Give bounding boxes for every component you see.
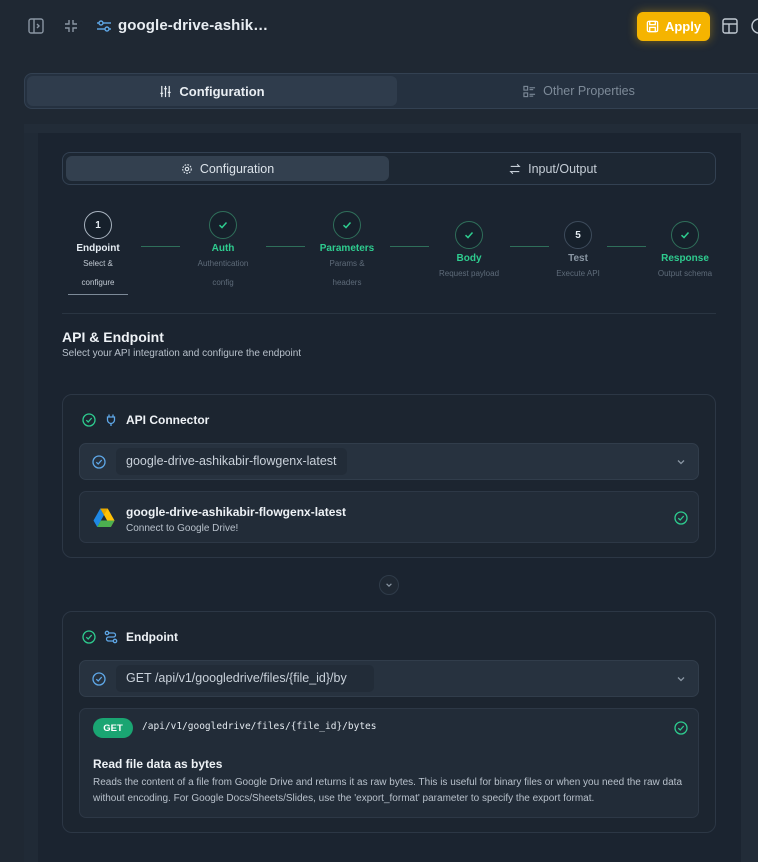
endpoint-path: /api/v1/googledrive/files/{file_id}/byte…	[142, 721, 377, 732]
connector-select-value: google-drive-ashikabir-flowgenx-latest	[116, 448, 347, 475]
connector-select[interactable]: google-drive-ashikabir-flowgenx-latest	[79, 443, 699, 480]
check-icon	[333, 211, 361, 239]
chevron-down-icon	[677, 460, 685, 465]
step-endpoint[interactable]: 1 Endpoint Select & configure	[58, 211, 138, 295]
step-label: Response	[661, 253, 709, 264]
info-icon[interactable]	[750, 17, 758, 35]
tab-configuration-label: Configuration	[179, 83, 265, 99]
settings-sliders-icon	[95, 17, 113, 35]
check-circle-icon	[82, 413, 96, 427]
step-number: 1	[84, 211, 112, 239]
check-icon	[209, 211, 237, 239]
swap-icon	[509, 163, 521, 174]
step-sub: headers	[332, 278, 362, 287]
route-icon	[104, 630, 118, 644]
section-title: API & Endpoint	[62, 329, 164, 345]
step-connector	[141, 246, 180, 247]
step-sub: Execute API	[556, 269, 600, 278]
check-circle-icon	[92, 455, 106, 469]
apply-button[interactable]: Apply	[637, 12, 710, 41]
step-sub: Request payload	[438, 269, 500, 278]
check-circle-icon	[92, 672, 106, 686]
step-connector	[390, 246, 429, 247]
chevron-down-icon	[386, 583, 392, 588]
collapse-icon[interactable]	[62, 17, 80, 35]
tab-configuration[interactable]: Configuration	[27, 76, 397, 106]
method-badge: GET	[93, 718, 133, 738]
apply-label: Apply	[664, 19, 702, 34]
google-drive-icon	[93, 508, 115, 527]
page-title: google-drive-ashik…	[118, 17, 269, 34]
step-parameters[interactable]: Parameters Params & headers	[307, 211, 387, 292]
endpoint-title: Read file data as bytes	[93, 757, 223, 771]
save-icon	[646, 20, 659, 33]
top-bar: google-drive-ashik… Apply	[0, 0, 758, 56]
expand-button[interactable]	[379, 575, 399, 595]
step-label: Endpoint	[76, 243, 120, 254]
step-connector	[266, 246, 305, 247]
tab-inner-input-output[interactable]: Input/Output	[393, 156, 713, 181]
step-number: 5	[564, 221, 592, 249]
chevron-down-icon	[677, 677, 685, 682]
endpoint-heading-label: Endpoint	[126, 630, 178, 644]
endpoint-card: Endpoint GET /api/v1/googledrive/files/{…	[62, 611, 716, 833]
step-auth[interactable]: Auth Authentication config	[183, 211, 263, 292]
endpoint-select-value: GET /api/v1/googledrive/files/{file_id}/…	[116, 665, 374, 692]
outer-tabs: Configuration Other Properties	[24, 73, 758, 109]
tab-other-properties[interactable]: Other Properties	[399, 76, 758, 106]
plug-icon	[106, 414, 116, 426]
connector-detail-title: google-drive-ashikabir-flowgenx-latest	[126, 505, 347, 519]
check-circle-icon	[82, 630, 96, 644]
tab-inner-input-output-label: Input/Output	[528, 161, 597, 176]
layout-icon[interactable]	[721, 17, 739, 35]
endpoint-select[interactable]: GET /api/v1/googledrive/files/{file_id}/…	[79, 660, 699, 697]
step-sub: Params &	[329, 259, 365, 268]
api-connector-heading: API Connector	[82, 413, 209, 427]
divider	[62, 313, 716, 314]
step-sub: config	[212, 278, 234, 287]
step-body[interactable]: Body Request payload	[429, 221, 509, 283]
section-subtitle: Select your API integration and configur…	[62, 348, 302, 359]
sliders-icon	[160, 85, 171, 97]
step-label: Auth	[211, 243, 235, 254]
api-connector-card: API Connector google-drive-ashikabir-flo…	[62, 394, 716, 558]
gear-icon	[181, 163, 192, 174]
step-sub: configure	[81, 278, 115, 287]
tab-other-properties-label: Other Properties	[543, 84, 635, 98]
step-label: Test	[568, 253, 588, 264]
check-circle-icon	[674, 511, 688, 525]
sidebar-toggle-icon[interactable]	[27, 17, 45, 35]
step-test[interactable]: 5 Test Execute API	[538, 221, 618, 283]
check-circle-icon	[674, 721, 688, 735]
tab-inner-configuration-label: Configuration	[199, 161, 275, 176]
step-active-indicator	[68, 294, 128, 295]
endpoint-description: Reads the content of a file from Google …	[93, 777, 683, 804]
inner-tabs: Configuration Input/Output	[62, 152, 716, 185]
step-sub: Select &	[83, 259, 113, 268]
check-icon	[455, 221, 483, 249]
step-response[interactable]: Response Output schema	[645, 221, 725, 283]
step-label: Body	[456, 253, 482, 264]
panel-edge	[24, 133, 38, 862]
connector-detail-desc: Connect to Google Drive!	[126, 523, 239, 534]
tab-inner-configuration[interactable]: Configuration	[66, 156, 389, 181]
step-sub: Authentication	[197, 259, 249, 268]
list-icon	[523, 85, 536, 97]
api-connector-heading-label: API Connector	[126, 413, 210, 427]
endpoint-detail: GET /api/v1/googledrive/files/{file_id}/…	[79, 708, 699, 818]
check-icon	[671, 221, 699, 249]
step-sub: Output schema	[657, 269, 713, 278]
step-label: Parameters	[319, 243, 375, 254]
endpoint-heading: Endpoint	[82, 630, 178, 644]
connector-detail: google-drive-ashikabir-flowgenx-latest C…	[79, 491, 699, 543]
